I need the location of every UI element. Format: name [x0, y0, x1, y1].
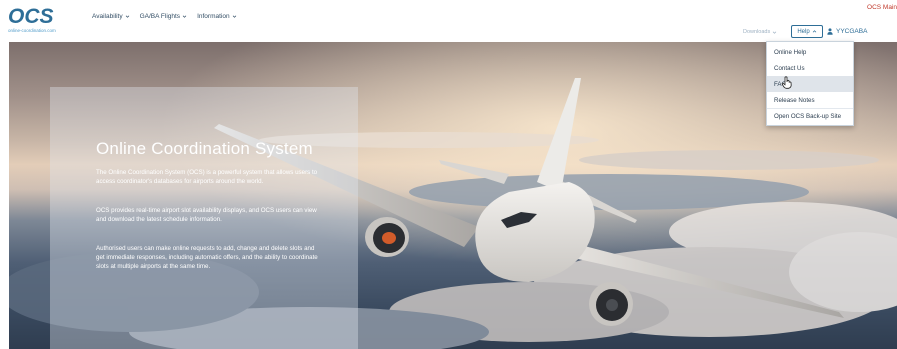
user-label: YYCGABA — [836, 28, 868, 35]
nav-gaba-flights-label: GA/BA Flights — [139, 13, 181, 20]
ocs-logo[interactable]: OCS online-coordination.com — [8, 6, 68, 36]
page-title: Online Coordination System — [96, 139, 313, 158]
organization-label: OCS Main — [867, 4, 897, 11]
chevron-up-icon — [812, 30, 816, 33]
nav-gaba-flights[interactable]: GA/BA Flights — [140, 13, 187, 20]
chevron-down-icon — [232, 15, 236, 18]
menu-item-open-backup-site[interactable]: Open OCS Back-up Site — [767, 108, 853, 124]
help-label: Help — [797, 28, 810, 35]
nav-information-label: Information — [197, 13, 230, 20]
nav-availability[interactable]: Availability — [92, 13, 130, 20]
main-nav: Availability GA/BA Flights Information — [92, 13, 237, 20]
chevron-down-icon — [125, 15, 129, 18]
right-nav: OCS Main Downloads Help YYCGABA — [737, 0, 897, 42]
intro-paragraph-3: Authorised users can make online request… — [96, 245, 318, 270]
user-icon — [827, 28, 833, 35]
logo-subtitle: online-coordination.com — [8, 28, 56, 33]
hand-pointer-icon — [781, 76, 792, 89]
menu-item-release-notes[interactable]: Release Notes — [767, 92, 853, 108]
downloads-menu[interactable]: Downloads — [743, 29, 777, 35]
help-dropdown-menu: Online Help Contact Us FAQ Release Notes… — [766, 41, 854, 126]
hero-banner — [9, 42, 897, 349]
top-navigation-bar: OCS online-coordination.com Availability… — [0, 0, 897, 42]
menu-item-online-help[interactable]: Online Help — [767, 44, 853, 60]
logo-text: OCS — [8, 6, 54, 28]
intro-paragraph-2: OCS provides real-time airport slot avai… — [96, 207, 317, 223]
nav-information[interactable]: Information — [197, 13, 237, 20]
user-menu[interactable]: YYCGABA — [827, 28, 867, 35]
chevron-down-icon — [772, 31, 777, 34]
ocs-logo-mark: OCS — [8, 6, 54, 28]
menu-item-faq[interactable]: FAQ — [767, 76, 853, 92]
chevron-down-icon — [182, 15, 187, 18]
nav-availability-label: Availability — [92, 13, 123, 20]
intro-paragraph-1: The Online Coordination System (OCS) is … — [96, 169, 318, 185]
menu-item-contact-us[interactable]: Contact Us — [767, 60, 853, 76]
downloads-label: Downloads — [743, 29, 771, 35]
help-button[interactable]: Help — [791, 25, 823, 38]
